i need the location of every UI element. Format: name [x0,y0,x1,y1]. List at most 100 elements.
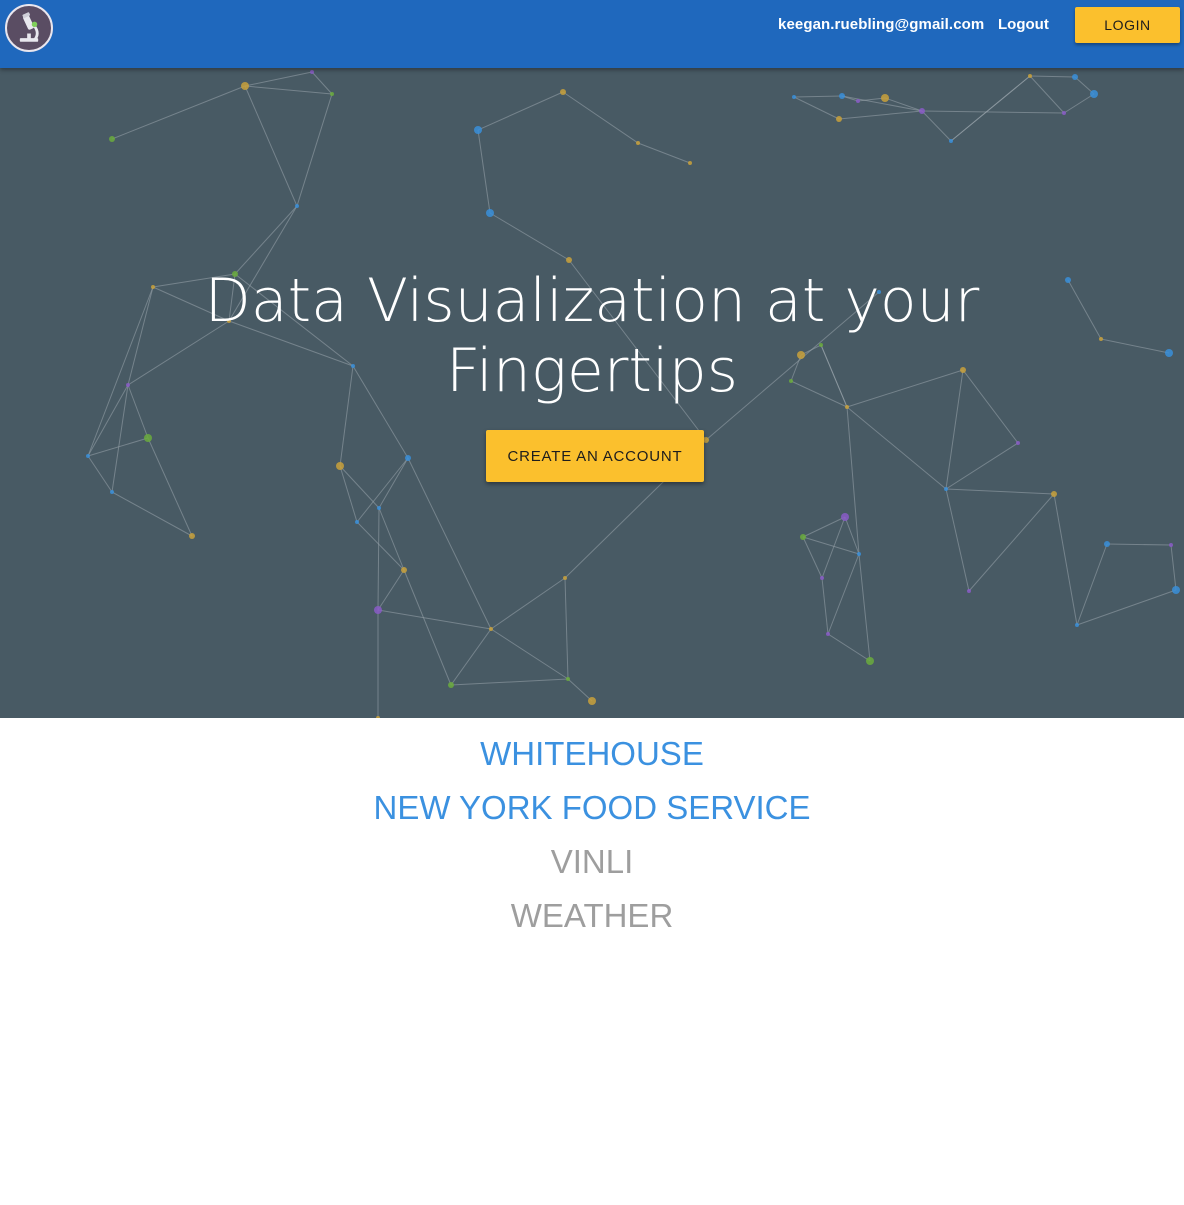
network-node [1028,74,1032,78]
network-node [857,552,861,556]
network-edge [637,142,691,164]
network-edge [802,536,823,579]
network-node [474,126,482,134]
network-edge [111,491,193,537]
network-node [376,716,380,718]
hero-section: Data Visualization at your Fingertips CR… [0,68,1184,718]
network-node [295,204,299,208]
network-edge [1029,75,1065,114]
network-edge [147,437,193,537]
network-edge [244,85,333,95]
network-edge [311,71,333,95]
network-edge [407,457,492,630]
network-node [1169,543,1173,547]
network-edge [968,493,1055,592]
network-node [110,490,114,494]
network-node [836,116,842,122]
top-app-bar: keegan.ruebling@gmail.com Logout LOGIN [0,0,1184,68]
network-edge [377,609,492,630]
microscope-icon[interactable] [5,4,53,52]
network-edge [562,91,639,144]
network-node [1051,491,1057,497]
network-edge [1076,589,1177,626]
dataset-link-weather[interactable]: WEATHER [0,889,1184,943]
network-edge [356,521,405,571]
dataset-link-whitehouse[interactable]: WHITEHOUSE [0,727,1184,781]
dataset-link-vinli[interactable]: VINLI [0,835,1184,889]
network-edge [378,457,409,509]
network-node [109,136,115,142]
network-edge [858,553,871,662]
network-edge [450,628,492,686]
network-edge [945,442,1019,490]
network-edge [950,75,1031,142]
network-node [1062,111,1066,115]
network-node [1090,90,1098,98]
network-node [800,534,806,540]
network-edge [1029,75,1076,78]
network-node [401,567,407,573]
network-edge [564,577,569,680]
network-node [839,93,845,99]
user-email: keegan.ruebling@gmail.com [778,16,985,33]
network-edge [838,110,923,120]
network-node [489,627,493,631]
network-node [588,697,596,705]
network-node [563,576,567,580]
create-account-button[interactable]: CREATE AN ACCOUNT [486,430,704,482]
network-edge [846,406,947,490]
network-edge [1063,93,1095,114]
network-node [566,257,572,263]
hero-title-line-2: Fingertips [446,336,738,406]
network-node [448,682,454,688]
network-edge [296,93,333,207]
network-edge [793,95,843,98]
network-node [1016,441,1020,445]
network-node [330,92,334,96]
dataset-link-new-york-food-service[interactable]: NEW YORK FOOD SERVICE [0,781,1184,835]
network-edge [477,129,491,214]
network-edge [490,577,566,630]
network-edge [1106,543,1172,546]
network-edge [477,91,564,131]
network-node [1072,74,1078,80]
network-edge [489,212,570,261]
network-edge [884,97,923,112]
network-node [310,70,314,74]
network-edge [244,85,298,207]
network-edge [1053,493,1078,626]
network-edge [234,205,298,275]
network-node [919,108,925,114]
network-edge [377,569,405,611]
network-node [1104,541,1110,547]
network-edge [403,569,452,686]
network-node [355,520,359,524]
network-edge [450,678,569,686]
network-edge [821,577,829,635]
network-node [566,677,570,681]
network-edge [377,507,380,611]
network-edge [87,455,113,493]
network-edge [1076,543,1108,626]
network-edge [356,457,409,523]
network-node [820,576,824,580]
network-edge [378,507,405,571]
network-edge [945,488,1055,495]
network-node [144,434,152,442]
network-node [86,454,90,458]
network-node [856,99,860,103]
network-node [486,209,494,217]
network-node [949,139,953,143]
network-edge [111,85,246,140]
login-button[interactable]: LOGIN [1075,7,1180,43]
network-node [189,533,195,539]
network-node [944,487,948,491]
network-edge [490,628,569,680]
network-node [826,632,830,636]
network-edge [827,553,860,635]
network-edge [921,110,952,142]
network-node [688,161,692,165]
logout-link[interactable]: Logout [998,16,1049,33]
network-node [1075,623,1079,627]
hero-title: Data Visualization at your Fingertips [0,266,1184,406]
